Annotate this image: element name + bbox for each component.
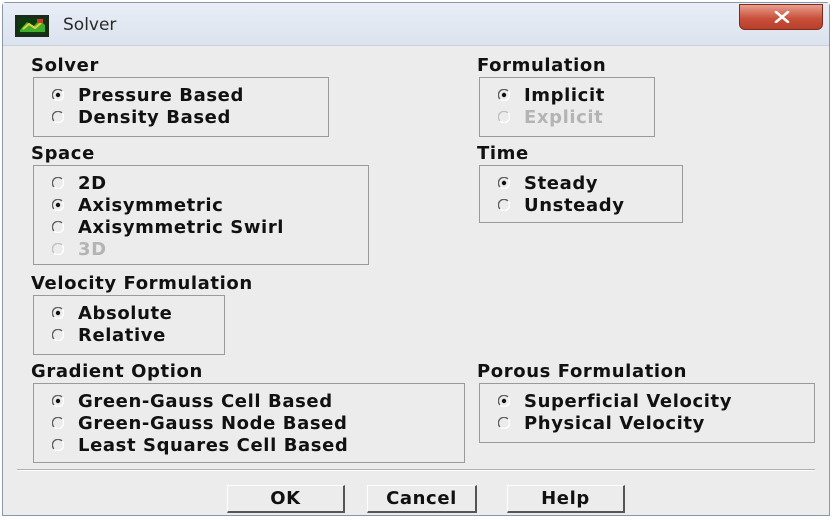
porous-formulation-group: Superficial Velocity Physical Velocity <box>479 383 815 443</box>
radio-green-gauss-node-based[interactable]: Green-Gauss Node Based <box>52 412 347 434</box>
cancel-button[interactable]: Cancel <box>367 485 477 513</box>
radio-icon <box>52 395 64 407</box>
solver-dialog: Solver Solver Pressure Based Density Bas… <box>2 2 830 516</box>
time-label: Time <box>477 143 529 164</box>
radio-icon <box>52 177 64 189</box>
radio-2d[interactable]: 2D <box>52 172 107 194</box>
space-group: 2D Axisymmetric Axisymmetric Swirl 3D <box>33 165 369 265</box>
radio-icon <box>52 89 64 101</box>
help-button[interactable]: Help <box>507 485 625 513</box>
solver-label: Solver <box>31 55 99 76</box>
radio-least-squares-cell-based[interactable]: Least Squares Cell Based <box>52 434 348 456</box>
radio-axisymmetric[interactable]: Axisymmetric <box>52 194 223 216</box>
time-group: Steady Unsteady <box>479 165 683 223</box>
radio-implicit[interactable]: Implicit <box>498 84 605 106</box>
radio-icon <box>52 111 64 123</box>
radio-icon <box>498 89 510 101</box>
radio-icon <box>52 439 64 451</box>
radio-icon <box>52 221 64 233</box>
radio-icon <box>498 199 510 211</box>
radio-icon <box>52 417 64 429</box>
radio-icon <box>498 111 510 123</box>
radio-relative[interactable]: Relative <box>52 324 166 346</box>
gradient-option-group: Green-Gauss Cell Based Green-Gauss Node … <box>33 383 465 463</box>
app-icon <box>15 15 49 37</box>
formulation-label: Formulation <box>477 55 607 76</box>
close-button[interactable] <box>739 4 823 30</box>
radio-icon <box>52 329 64 341</box>
radio-icon <box>498 177 510 189</box>
radio-icon <box>52 307 64 319</box>
radio-pressure-based[interactable]: Pressure Based <box>52 84 244 106</box>
radio-icon <box>52 243 64 255</box>
radio-3d[interactable]: 3D <box>52 238 107 260</box>
radio-icon <box>498 417 510 429</box>
radio-axisymmetric-swirl[interactable]: Axisymmetric Swirl <box>52 216 284 238</box>
title-bar[interactable]: Solver <box>3 3 829 46</box>
ok-button[interactable]: OK <box>227 485 345 513</box>
x-icon <box>774 11 790 23</box>
solver-group: Pressure Based Density Based <box>33 77 329 137</box>
porous-formulation-label: Porous Formulation <box>477 361 688 382</box>
radio-icon <box>52 199 64 211</box>
radio-absolute[interactable]: Absolute <box>52 302 173 324</box>
space-label: Space <box>31 143 95 164</box>
radio-density-based[interactable]: Density Based <box>52 106 231 128</box>
radio-steady[interactable]: Steady <box>498 172 598 194</box>
radio-superficial-velocity[interactable]: Superficial Velocity <box>498 390 732 412</box>
radio-green-gauss-cell-based[interactable]: Green-Gauss Cell Based <box>52 390 333 412</box>
radio-explicit[interactable]: Explicit <box>498 106 603 128</box>
velocity-formulation-group: Absolute Relative <box>33 295 225 355</box>
radio-physical-velocity[interactable]: Physical Velocity <box>498 412 705 434</box>
gradient-option-label: Gradient Option <box>31 361 203 382</box>
window-title: Solver <box>63 15 117 35</box>
velocity-formulation-label: Velocity Formulation <box>31 273 253 294</box>
formulation-group: Implicit Explicit <box>479 77 655 137</box>
footer-divider <box>17 469 815 471</box>
radio-icon <box>498 395 510 407</box>
radio-unsteady[interactable]: Unsteady <box>498 194 625 216</box>
